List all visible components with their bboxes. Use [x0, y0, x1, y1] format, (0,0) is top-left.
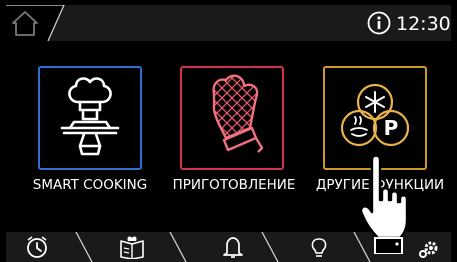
tile-smart-cooking[interactable] — [38, 66, 142, 170]
clock-time: 12:30 — [396, 13, 451, 35]
chef-hat-serving-icon — [60, 77, 120, 156]
bell-icon[interactable] — [220, 235, 246, 259]
tile-label-smart-cooking: SMART COOKING — [32, 177, 148, 193]
tile-label-cooking: ПРИГОТОВЛЕНИЕ — [172, 177, 296, 193]
home-icon[interactable] — [10, 9, 40, 37]
lightbulb-icon[interactable] — [306, 235, 332, 259]
status-bar: 12:30 — [6, 5, 451, 41]
timer-icon[interactable] — [24, 235, 50, 259]
oven-display-screen: 12:30 P SMART COOKING ПРИГОТОВЛЕНИЕ ДРУГ… — [0, 0, 457, 262]
settings-icon[interactable] — [416, 235, 442, 259]
svg-text:P: P — [384, 116, 399, 140]
pointing-hand-icon — [359, 154, 409, 254]
tile-cooking[interactable] — [180, 66, 284, 170]
oven-mitt-icon — [212, 74, 264, 153]
info-icon[interactable] — [367, 11, 391, 35]
recipe-book-icon[interactable] — [119, 235, 145, 259]
